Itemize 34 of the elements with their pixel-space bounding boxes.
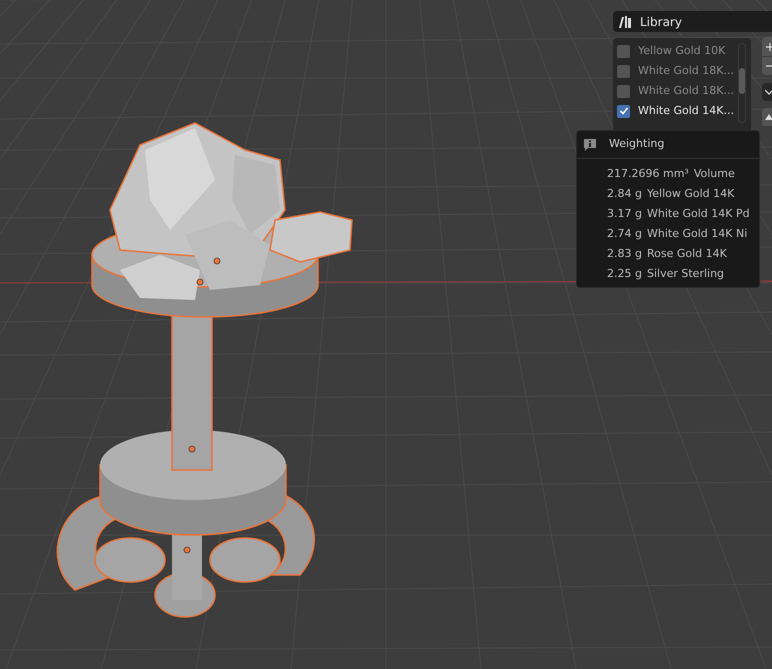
weight-label: Yellow Gold 14K (646, 186, 734, 202)
material-label: White Gold 14K... (638, 102, 734, 119)
material-label: Yellow Gold 10K (638, 42, 726, 59)
weight-value: 3.17 g (607, 206, 642, 222)
scrollbar[interactable] (738, 43, 746, 123)
chevron-down-icon (765, 89, 772, 95)
weight-value: 217.2696 mm³ (607, 166, 689, 182)
checkbox[interactable] (617, 84, 630, 98)
checkbox[interactable] (617, 64, 630, 78)
check-icon (618, 106, 628, 116)
triangle-up-icon (765, 114, 772, 120)
books-icon (618, 14, 632, 28)
weight-label: White Gold 14K Ni (646, 226, 748, 242)
checkbox[interactable] (617, 44, 630, 58)
material-item[interactable]: White Gold 18K... (617, 61, 751, 81)
material-item[interactable]: Yellow Gold 10K (617, 41, 751, 61)
library-title: Library (640, 14, 682, 30)
weight-value: 2.83 g (607, 246, 642, 262)
weight-label: White Gold 14K Pd (646, 206, 750, 222)
weight-value: 2.74 g (607, 226, 642, 242)
tooltip-title: Weighting (609, 136, 664, 152)
weight-label: Rose Gold 14K (646, 246, 727, 262)
material-label: White Gold 18K... (638, 82, 734, 99)
weight-value: 2.84 g (607, 186, 642, 202)
weight-label: Volume (694, 166, 735, 182)
material-item[interactable]: White Gold 14K... (617, 101, 751, 121)
weight-value: 2.25 g (607, 266, 642, 282)
material-item[interactable]: White Gold 18K... (617, 81, 751, 101)
plus-icon (766, 42, 772, 50)
library-header[interactable]: Library (613, 11, 772, 32)
weight-label: Silver Sterling (646, 266, 724, 282)
checkbox[interactable] (617, 104, 630, 118)
info-icon (583, 138, 597, 152)
material-label: White Gold 18K... (638, 62, 734, 79)
